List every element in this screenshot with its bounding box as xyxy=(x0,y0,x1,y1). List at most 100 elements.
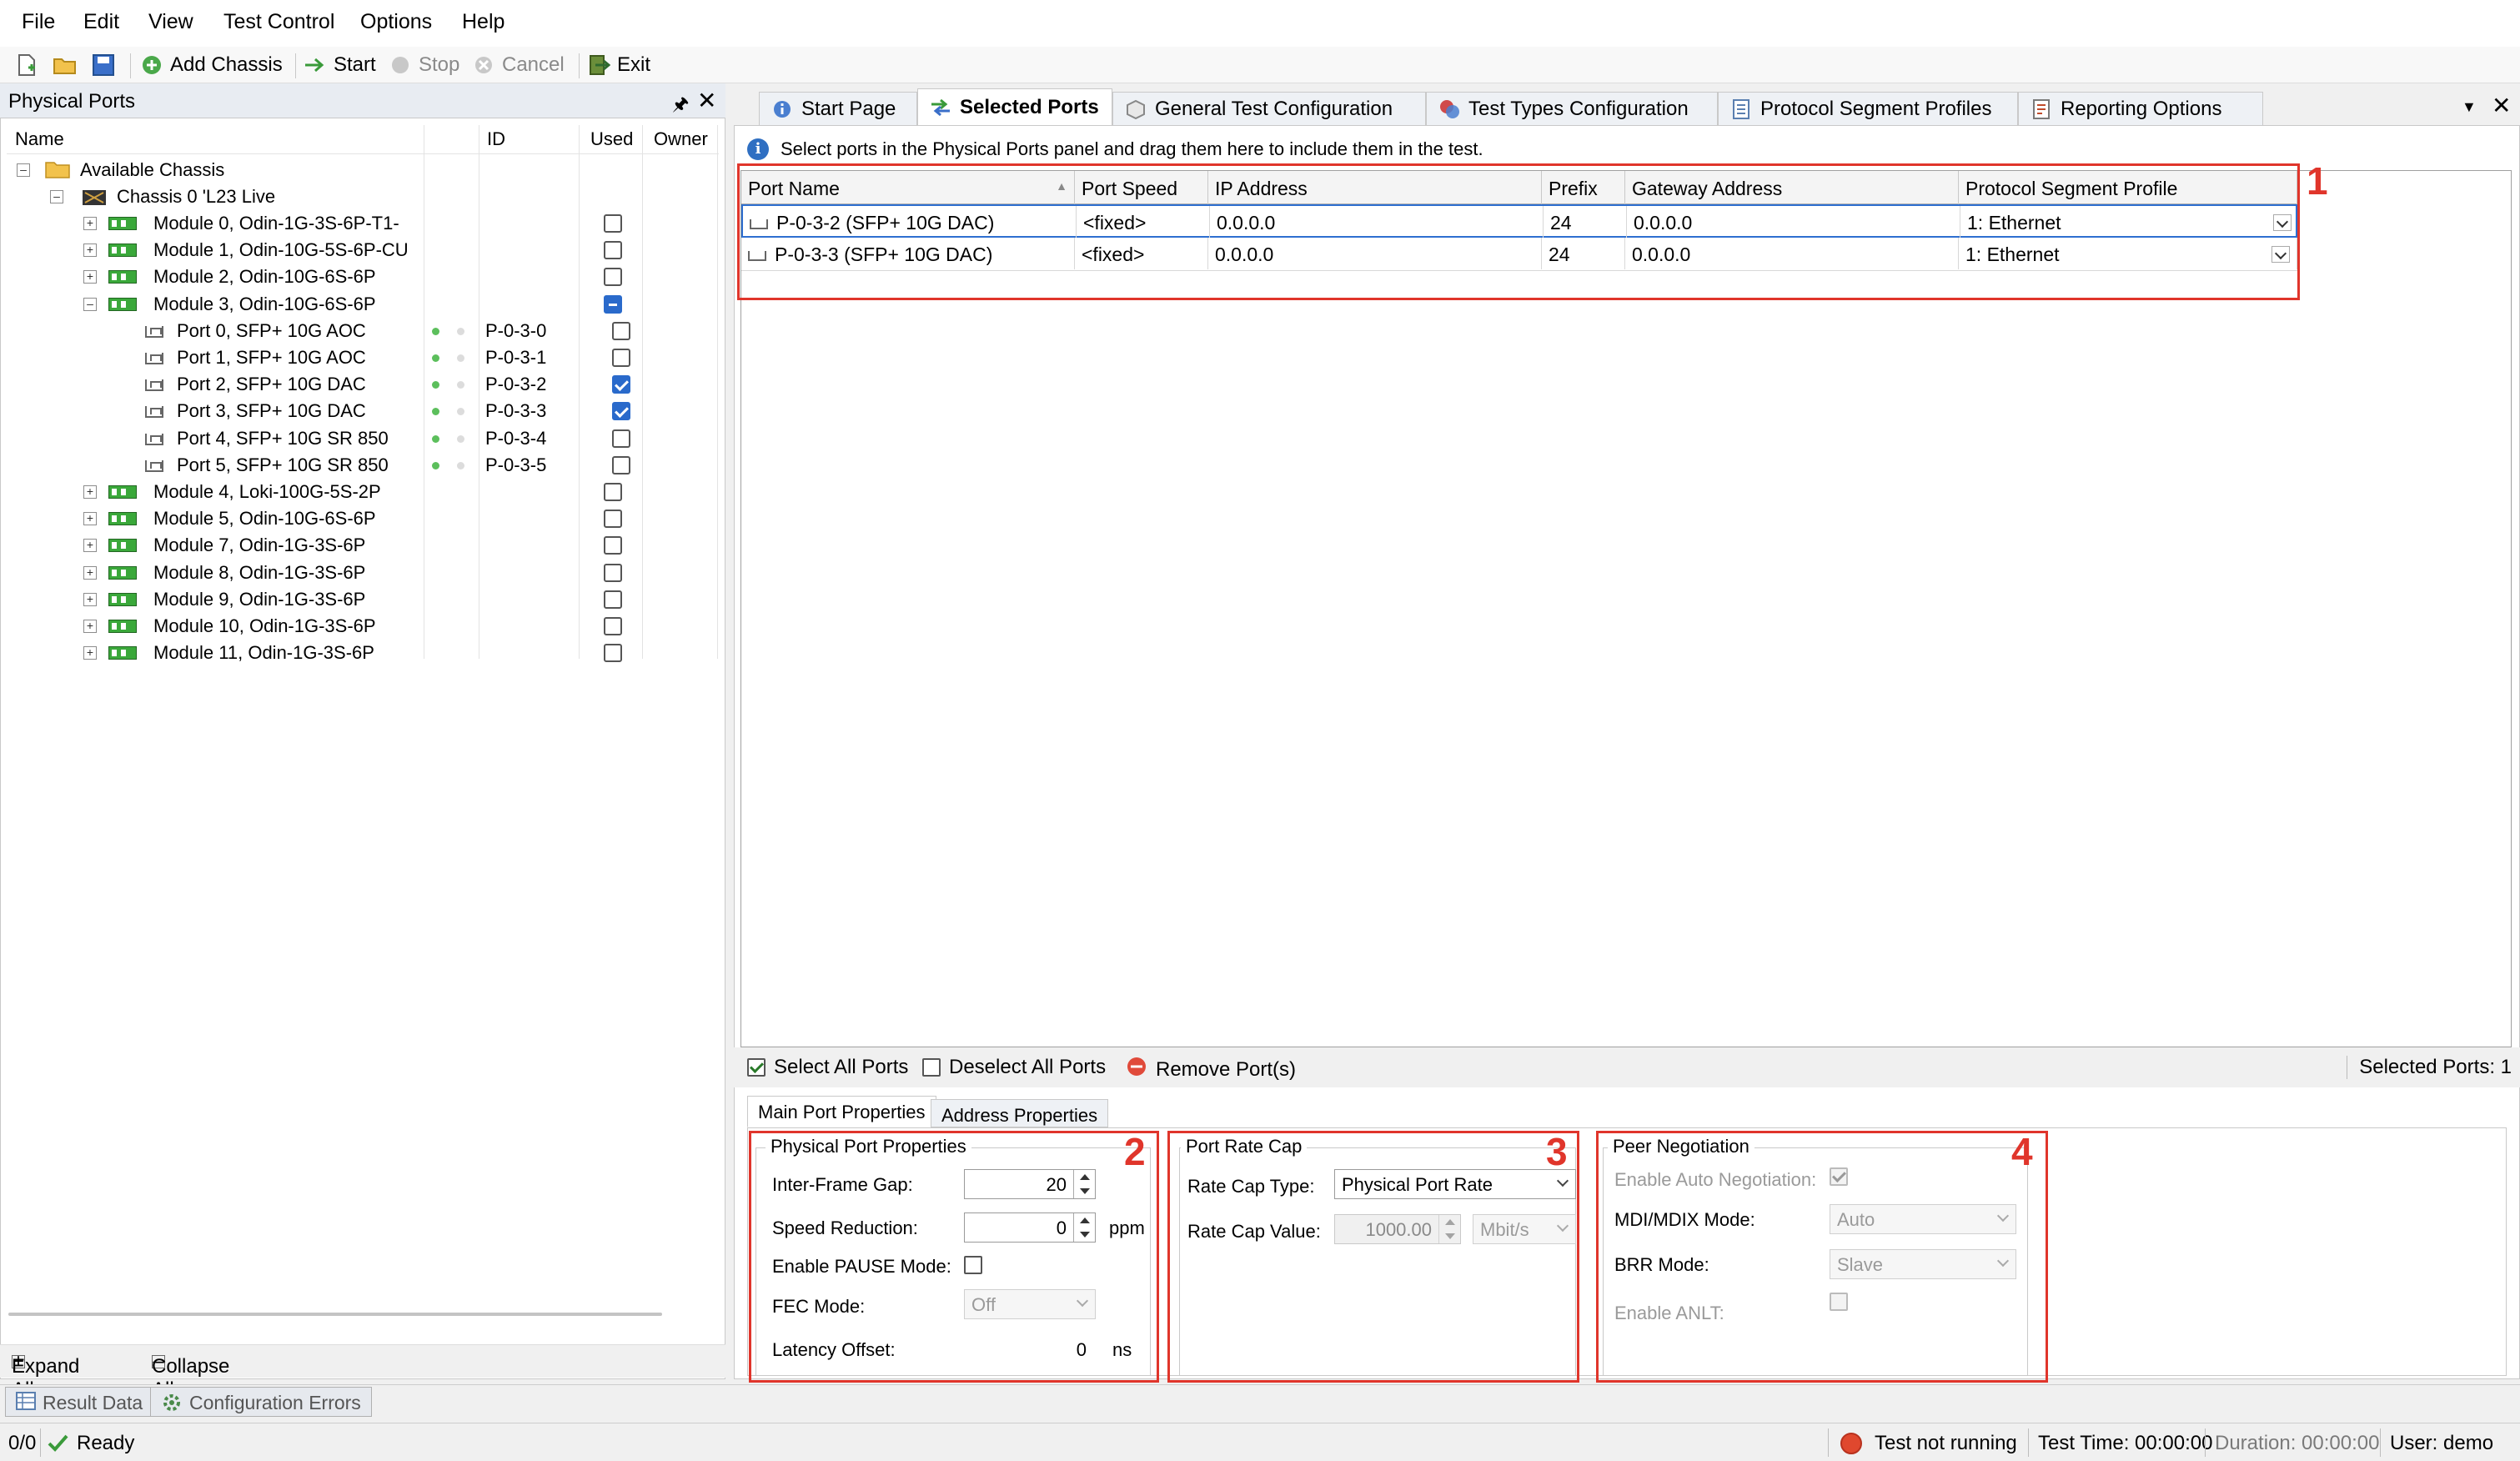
tab-general-test-configuration[interactable]: General Test Configuration xyxy=(1112,92,1426,125)
collapse-icon[interactable]: – xyxy=(17,163,30,177)
menu-edit[interactable]: Edit xyxy=(83,10,119,34)
expand-icon[interactable]: + xyxy=(83,485,97,499)
used-checkbox[interactable] xyxy=(604,644,622,662)
stop-button[interactable]: Stop xyxy=(389,50,459,80)
column-name[interactable]: Name xyxy=(15,128,64,150)
cancel-button[interactable]: Cancel xyxy=(472,50,565,80)
used-checkbox[interactable] xyxy=(612,429,630,448)
used-checkbox[interactable] xyxy=(604,268,622,286)
used-checkbox[interactable] xyxy=(604,295,622,314)
add-chassis-button[interactable]: Add Chassis xyxy=(140,50,283,80)
port-icon xyxy=(145,434,163,445)
pin-icon[interactable]: 🖈 xyxy=(672,90,689,122)
collapse-icon[interactable]: – xyxy=(83,298,97,311)
used-checkbox[interactable] xyxy=(604,564,622,582)
tree-item-available-chassis[interactable]: – Available Chassis xyxy=(7,157,719,183)
tab-main-port-properties[interactable]: Main Port Properties xyxy=(747,1096,936,1127)
horizontal-scrollbar[interactable] xyxy=(8,1313,662,1316)
tab-start-page[interactable]: Start Page xyxy=(759,92,917,125)
tree-item-module[interactable]: + Module 11, Odin-1G-3S-6P xyxy=(7,640,719,666)
tree-item-port[interactable]: Port 1, SFP+ 10G AOC P-0-3-1 xyxy=(7,344,719,371)
expand-icon[interactable]: + xyxy=(83,539,97,552)
menu-options[interactable]: Options xyxy=(360,10,432,34)
used-checkbox[interactable] xyxy=(612,375,630,394)
tab-result-data[interactable]: Result Data xyxy=(5,1387,154,1417)
menu-test-control[interactable]: Test Control xyxy=(223,10,334,34)
tree-item-module[interactable]: + Module 2, Odin-10G-6S-6P xyxy=(7,264,719,290)
tree-item-port[interactable]: Port 5, SFP+ 10G SR 850 P-0-3-5 xyxy=(7,452,719,479)
expand-icon[interactable]: + xyxy=(83,566,97,580)
tab-selected-ports[interactable]: Selected Ports xyxy=(917,88,1112,125)
start-arrow-icon xyxy=(304,53,327,77)
menu-help[interactable]: Help xyxy=(462,10,505,34)
tab-reporting-options[interactable]: Reporting Options xyxy=(2018,92,2263,125)
used-checkbox[interactable] xyxy=(604,214,622,233)
select-all-ports-button[interactable]: Select All Ports xyxy=(747,1056,908,1079)
start-label: Start xyxy=(334,53,376,76)
exit-icon xyxy=(587,53,610,77)
used-checkbox[interactable] xyxy=(604,483,622,501)
close-icon[interactable]: ✕ xyxy=(697,87,716,114)
used-checkbox[interactable] xyxy=(612,322,630,340)
sync-status-icon xyxy=(457,328,464,335)
tree-item-module[interactable]: + Module 8, Odin-1G-3S-6P xyxy=(7,560,719,586)
used-checkbox[interactable] xyxy=(612,349,630,367)
used-checkbox[interactable] xyxy=(604,510,622,528)
tab-test-types-configuration[interactable]: Test Types Configuration xyxy=(1426,92,1718,125)
tab-protocol-segment-profiles[interactable]: Protocol Segment Profiles xyxy=(1718,92,2018,125)
column-used[interactable]: Used xyxy=(590,128,633,150)
expand-icon[interactable]: + xyxy=(83,243,97,257)
expand-icon[interactable]: + xyxy=(83,270,97,284)
link-status-icon xyxy=(432,328,439,335)
tree-item-module[interactable]: + Module 1, Odin-10G-5S-6P-CU xyxy=(7,237,719,264)
used-checkbox[interactable] xyxy=(604,241,622,259)
used-checkbox[interactable] xyxy=(612,456,630,474)
collapse-icon[interactable]: – xyxy=(50,190,63,203)
tab-label: Configuration Errors xyxy=(189,1392,361,1413)
expand-icon[interactable]: + xyxy=(83,512,97,525)
tab-configuration-errors[interactable]: Configuration Errors xyxy=(150,1387,372,1417)
used-checkbox[interactable] xyxy=(604,536,622,555)
new-button[interactable] xyxy=(15,50,38,80)
open-button[interactable] xyxy=(53,50,77,80)
expand-icon[interactable]: + xyxy=(83,646,97,660)
tree-item-module[interactable]: + Module 7, Odin-1G-3S-6P xyxy=(7,532,719,559)
start-button[interactable]: Start xyxy=(304,50,376,80)
tree-label: Available Chassis xyxy=(80,159,225,180)
expand-icon[interactable]: + xyxy=(83,620,97,633)
sync-status-icon xyxy=(457,354,464,362)
tree-item-module-expanded[interactable]: – Module 3, Odin-10G-6S-6P xyxy=(7,291,719,318)
tab-address-properties[interactable]: Address Properties xyxy=(931,1099,1109,1127)
tree-item-module[interactable]: + Module 5, Odin-10G-6S-6P xyxy=(7,505,719,532)
checkmark-icon xyxy=(47,1432,68,1458)
expand-icon[interactable]: + xyxy=(83,217,97,230)
menu-view[interactable]: View xyxy=(148,10,193,34)
deselect-all-ports-button[interactable]: Deselect All Ports xyxy=(922,1056,1106,1079)
tab-label: Selected Ports xyxy=(960,95,1099,118)
tree-item-module[interactable]: + Module 10, Odin-1G-3S-6P xyxy=(7,613,719,640)
tree-label: Module 3, Odin-10G-6S-6P xyxy=(153,294,376,314)
tree-item-port[interactable]: Port 4, SFP+ 10G SR 850 P-0-3-4 xyxy=(7,425,719,452)
used-checkbox[interactable] xyxy=(604,590,622,609)
column-id[interactable]: ID xyxy=(487,128,505,150)
column-owner[interactable]: Owner xyxy=(654,128,708,150)
tree-item-module[interactable]: + Module 4, Loki-100G-5S-2P xyxy=(7,479,719,505)
tab-list-dropdown-icon[interactable]: ▼ xyxy=(2462,98,2477,116)
menu-file[interactable]: File xyxy=(22,10,55,34)
exit-button[interactable]: Exit xyxy=(587,50,650,80)
remove-ports-button[interactable]: Remove Port(s) xyxy=(1126,1056,1296,1083)
module-icon xyxy=(108,539,137,552)
tree-item-module[interactable]: + Module 0, Odin-1G-3S-6P-T1- xyxy=(7,210,719,237)
close-tab-icon[interactable]: ✕ xyxy=(2492,92,2511,119)
tree-item-port[interactable]: Port 3, SFP+ 10G DAC P-0-3-3 xyxy=(7,398,719,424)
tree-item-port[interactable]: Port 0, SFP+ 10G AOC P-0-3-0 xyxy=(7,318,719,344)
used-checkbox[interactable] xyxy=(612,402,630,420)
document-icon xyxy=(1730,98,1752,120)
expand-icon[interactable]: + xyxy=(83,593,97,606)
save-button[interactable] xyxy=(92,50,115,80)
used-checkbox[interactable] xyxy=(604,617,622,635)
tree-item-module[interactable]: + Module 9, Odin-1G-3S-6P xyxy=(7,586,719,613)
current-user: User: demo xyxy=(2390,1432,2494,1454)
tree-item-port[interactable]: Port 2, SFP+ 10G DAC P-0-3-2 xyxy=(7,371,719,398)
tree-item-chassis[interactable]: – Chassis 0 'L23 Live xyxy=(7,183,719,210)
